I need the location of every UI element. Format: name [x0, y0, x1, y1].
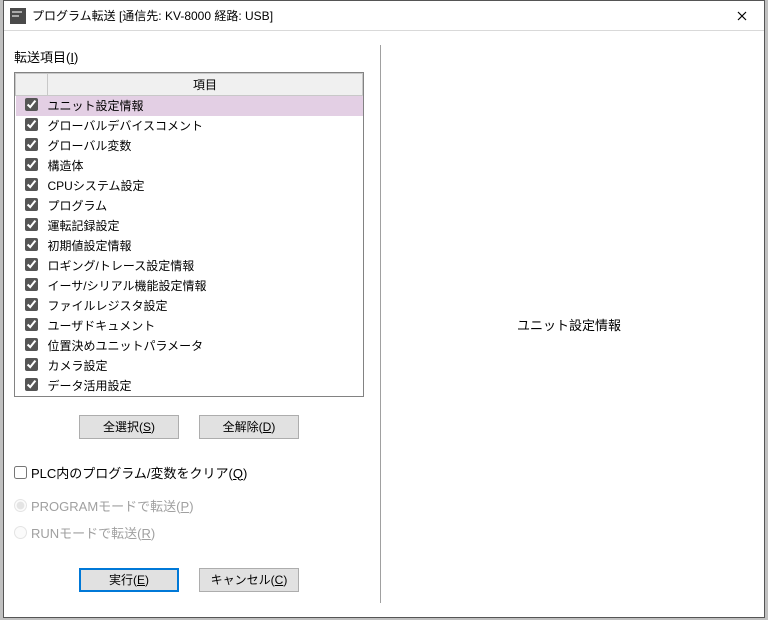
row-check-cell[interactable]: [16, 176, 48, 196]
row-checkbox[interactable]: [25, 198, 38, 211]
row-checkbox[interactable]: [25, 158, 38, 171]
row-label[interactable]: 位置決めユニットパラメータ: [48, 336, 363, 356]
row-label[interactable]: 運転記録設定: [48, 216, 363, 236]
row-checkbox[interactable]: [25, 218, 38, 231]
content-area: 転送項目(I) 項目 ユニット設定情報グローバルデバイスコメントグローバル変数構…: [4, 31, 764, 617]
row-checkbox[interactable]: [25, 338, 38, 351]
right-panel: ユニット設定情報: [374, 31, 764, 617]
table-row[interactable]: プログラム: [16, 196, 363, 216]
action-buttons-row: 実行(E) キャンセル(C): [14, 568, 364, 592]
row-check-cell[interactable]: [16, 336, 48, 356]
row-check-cell[interactable]: [16, 376, 48, 396]
row-checkbox[interactable]: [25, 278, 38, 291]
row-label[interactable]: CPUシステム設定: [48, 176, 363, 196]
run-mode-radio-row: RUNモードで転送(R): [14, 523, 364, 542]
row-check-cell[interactable]: [16, 136, 48, 156]
row-check-cell[interactable]: [16, 96, 48, 116]
app-icon: [10, 8, 26, 24]
table-row[interactable]: データ活用設定: [16, 376, 363, 396]
row-label[interactable]: 初期値設定情報: [48, 236, 363, 256]
row-check-cell[interactable]: [16, 196, 48, 216]
row-checkbox[interactable]: [25, 318, 38, 331]
row-check-cell[interactable]: [16, 156, 48, 176]
row-label[interactable]: ロギング/トレース設定情報: [48, 256, 363, 276]
program-transfer-dialog: プログラム転送 [通信先: KV-8000 経路: USB] 転送項目(I) 項…: [3, 0, 765, 618]
row-label[interactable]: カメラ設定: [48, 356, 363, 376]
close-button[interactable]: [722, 2, 762, 30]
table-row[interactable]: グローバルデバイスコメント: [16, 116, 363, 136]
row-label[interactable]: グローバルデバイスコメント: [48, 116, 363, 136]
row-check-cell[interactable]: [16, 256, 48, 276]
program-mode-radio-row: PROGRAMモードで転送(P): [14, 496, 364, 515]
deselect-all-button[interactable]: 全解除(D): [199, 415, 299, 439]
row-label[interactable]: ファイルレジスタ設定: [48, 296, 363, 316]
run-mode-label: RUNモードで転送(R): [31, 523, 155, 542]
row-checkbox[interactable]: [25, 118, 38, 131]
col-header-item[interactable]: 項目: [48, 74, 363, 96]
table-row[interactable]: 初期値設定情報: [16, 236, 363, 256]
items-table: 項目 ユニット設定情報グローバルデバイスコメントグローバル変数構造体CPUシステ…: [15, 73, 363, 396]
program-mode-label: PROGRAMモードで転送(P): [31, 496, 194, 515]
clear-plc-checkbox-row[interactable]: PLC内のプログラム/変数をクリア(Q): [14, 463, 364, 482]
table-row[interactable]: ロギング/トレース設定情報: [16, 256, 363, 276]
execute-button[interactable]: 実行(E): [79, 568, 179, 592]
table-row[interactable]: 運転記録設定: [16, 216, 363, 236]
row-label[interactable]: 構造体: [48, 156, 363, 176]
table-row[interactable]: グローバル変数: [16, 136, 363, 156]
row-check-cell[interactable]: [16, 216, 48, 236]
row-checkbox[interactable]: [25, 298, 38, 311]
row-check-cell[interactable]: [16, 276, 48, 296]
row-check-cell[interactable]: [16, 236, 48, 256]
panel-divider: [380, 45, 382, 603]
table-row[interactable]: ファイルレジスタ設定: [16, 296, 363, 316]
row-check-cell[interactable]: [16, 356, 48, 376]
window-title: プログラム転送 [通信先: KV-8000 経路: USB]: [32, 7, 722, 24]
row-check-cell[interactable]: [16, 316, 48, 336]
row-checkbox[interactable]: [25, 358, 38, 371]
detail-text: ユニット設定情報: [517, 315, 621, 334]
run-mode-radio: [14, 526, 27, 539]
cancel-button[interactable]: キャンセル(C): [199, 568, 299, 592]
row-check-cell[interactable]: [16, 296, 48, 316]
table-row[interactable]: 構造体: [16, 156, 363, 176]
row-checkbox[interactable]: [25, 258, 38, 271]
row-check-cell[interactable]: [16, 116, 48, 136]
select-buttons-row: 全選択(S) 全解除(D): [14, 415, 364, 439]
table-row[interactable]: イーサ/シリアル機能設定情報: [16, 276, 363, 296]
row-label[interactable]: イーサ/シリアル機能設定情報: [48, 276, 363, 296]
table-row[interactable]: ユニット設定情報: [16, 96, 363, 116]
program-mode-radio: [14, 499, 27, 512]
row-label[interactable]: グローバル変数: [48, 136, 363, 156]
items-table-wrap: 項目 ユニット設定情報グローバルデバイスコメントグローバル変数構造体CPUシステ…: [14, 72, 364, 397]
row-label[interactable]: データ活用設定: [48, 376, 363, 396]
row-label[interactable]: ユニット設定情報: [48, 96, 363, 116]
row-label[interactable]: ユーザドキュメント: [48, 316, 363, 336]
clear-plc-checkbox[interactable]: [14, 466, 27, 479]
table-row[interactable]: カメラ設定: [16, 356, 363, 376]
row-checkbox[interactable]: [25, 138, 38, 151]
row-checkbox[interactable]: [25, 178, 38, 191]
select-all-button[interactable]: 全選択(S): [79, 415, 179, 439]
row-checkbox[interactable]: [25, 378, 38, 391]
table-row[interactable]: CPUシステム設定: [16, 176, 363, 196]
titlebar: プログラム転送 [通信先: KV-8000 経路: USB]: [4, 1, 764, 31]
transfer-items-label: 転送項目(I): [14, 47, 364, 66]
close-icon: [737, 11, 747, 21]
table-row[interactable]: ユーザドキュメント: [16, 316, 363, 336]
col-header-check[interactable]: [16, 74, 48, 96]
row-checkbox[interactable]: [25, 238, 38, 251]
left-panel: 転送項目(I) 項目 ユニット設定情報グローバルデバイスコメントグローバル変数構…: [4, 31, 374, 617]
row-checkbox[interactable]: [25, 98, 38, 111]
table-row[interactable]: 位置決めユニットパラメータ: [16, 336, 363, 356]
clear-plc-label: PLC内のプログラム/変数をクリア(Q): [31, 463, 247, 482]
row-label[interactable]: プログラム: [48, 196, 363, 216]
